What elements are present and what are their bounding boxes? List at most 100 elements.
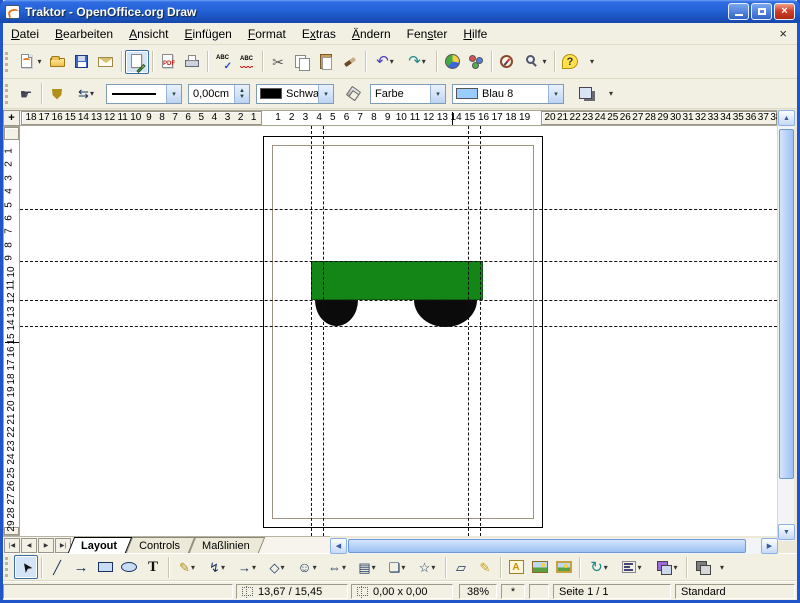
- undo-button[interactable]: ↶▾: [369, 50, 401, 74]
- maximize-button[interactable]: [751, 3, 772, 20]
- flowchart-button[interactable]: ▤▾: [352, 555, 382, 579]
- scroll-down-button[interactable]: ▼: [778, 524, 795, 540]
- export-pdf-button[interactable]: PDF: [156, 50, 180, 74]
- edit-points-button[interactable]: ☛: [14, 82, 38, 106]
- fill-type-select[interactable]: Farbe▾: [370, 84, 446, 104]
- status-zoom-cell[interactable]: 38%: [459, 584, 497, 599]
- rectangle-tool-button[interactable]: [93, 555, 117, 579]
- close-button[interactable]: ×: [774, 3, 795, 20]
- vertical-scroll-thumb[interactable]: [779, 129, 794, 479]
- status-position-cell[interactable]: 13,67 / 15,45: [236, 584, 348, 599]
- format-paintbrush-button[interactable]: [338, 50, 362, 74]
- guide-line-horizontal[interactable]: [20, 300, 777, 301]
- status-style-cell[interactable]: Standard: [675, 584, 795, 599]
- new-button[interactable]: ▾: [14, 50, 46, 74]
- copy-button[interactable]: [290, 50, 314, 74]
- insert-picture-button[interactable]: [528, 555, 552, 579]
- line-tool-button[interactable]: ╱: [45, 555, 69, 579]
- text-tool-button[interactable]: T: [141, 555, 165, 579]
- tab-nav-button-1[interactable]: ◀: [21, 538, 37, 553]
- tab-layout[interactable]: Layout: [71, 537, 129, 553]
- line-dialog-button[interactable]: ⛊: [45, 82, 69, 106]
- line-width-spinner[interactable]: 0,00cm▲▼: [188, 84, 250, 104]
- arrow-style-button[interactable]: ⇆▾: [69, 82, 103, 106]
- gallery-button[interactable]: [464, 50, 488, 74]
- toolbar-grip[interactable]: [5, 84, 10, 104]
- guide-line-vertical[interactable]: [468, 126, 469, 536]
- toolbar-overflow-icon[interactable]: ▾: [590, 57, 594, 66]
- line-color-select[interactable]: Schwarz▾: [256, 84, 334, 104]
- email-button[interactable]: [94, 50, 118, 74]
- tab-nav-button-2[interactable]: ▶: [38, 538, 54, 553]
- area-dialog-button[interactable]: [343, 82, 367, 106]
- shadow-button[interactable]: [575, 82, 599, 106]
- tractor-body-rect[interactable]: [311, 261, 483, 300]
- guide-line-horizontal[interactable]: [20, 326, 777, 327]
- toolbar-grip[interactable]: [5, 52, 10, 72]
- tab-malinien[interactable]: Maßlinien: [192, 537, 262, 553]
- guide-line-vertical[interactable]: [323, 126, 324, 536]
- horizontal-ruler[interactable]: 1817161514131211109876543211234567891011…: [3, 110, 777, 126]
- menu-format[interactable]: Format: [240, 25, 294, 43]
- ruler-origin-button[interactable]: +: [3, 110, 20, 126]
- paste-button[interactable]: [314, 50, 338, 74]
- tab-nav-button-0[interactable]: |◀: [4, 538, 20, 553]
- scroll-left-button[interactable]: ◀: [330, 538, 347, 554]
- save-button[interactable]: [70, 50, 94, 74]
- fill-color-select[interactable]: Blau 8▾: [452, 84, 564, 104]
- menu-fenster[interactable]: Fenster: [399, 25, 456, 43]
- menu-extras[interactable]: Extras: [294, 25, 344, 43]
- scroll-up-button[interactable]: ▲: [778, 110, 795, 126]
- status-size-cell[interactable]: 0,00 x 0,00: [351, 584, 453, 599]
- toolbar-overflow-icon[interactable]: ▾: [609, 89, 613, 98]
- curve-tool-button[interactable]: ✎▾: [172, 555, 202, 579]
- symbol-shapes-button[interactable]: ☺▾: [292, 555, 322, 579]
- rotate-button[interactable]: ↻▾: [583, 555, 615, 579]
- cut-button[interactable]: ✂: [266, 50, 290, 74]
- menu-bearbeiten[interactable]: Bearbeiten: [47, 25, 121, 43]
- edit-file-button[interactable]: [125, 50, 149, 74]
- menu-einfgen[interactable]: Einfügen: [176, 25, 239, 43]
- canvas[interactable]: [20, 126, 777, 536]
- alignment-button[interactable]: ▾: [615, 555, 649, 579]
- vertical-ruler[interactable]: 1234567891011121314151617181920212223242…: [3, 126, 20, 536]
- menu-datei[interactable]: Datei: [3, 25, 47, 43]
- tab-controls[interactable]: Controls: [129, 537, 192, 553]
- gallery-button-2[interactable]: [552, 555, 576, 579]
- horizontal-scrollbar[interactable]: ◀ ▶: [330, 538, 778, 554]
- open-button[interactable]: [46, 50, 70, 74]
- document-close-icon[interactable]: ×: [775, 26, 791, 41]
- spellcheck-button[interactable]: ABC✓: [211, 50, 235, 74]
- menu-ansicht[interactable]: Ansicht: [121, 25, 176, 43]
- connector-tool-button[interactable]: ↯▾: [202, 555, 232, 579]
- guide-line-vertical[interactable]: [311, 126, 312, 536]
- menu-hilfe[interactable]: Hilfe: [455, 25, 495, 43]
- basic-shapes-button[interactable]: ◇▾: [262, 555, 292, 579]
- zoom-button[interactable]: ▾: [519, 50, 551, 74]
- navigator-button[interactable]: [495, 50, 519, 74]
- menu-ndern[interactable]: Ändern: [344, 25, 399, 43]
- edit-points-tool-button[interactable]: ▱: [449, 555, 473, 579]
- minimize-button[interactable]: [728, 3, 749, 20]
- toolbar-grip[interactable]: [5, 557, 10, 577]
- guide-line-horizontal[interactable]: [20, 261, 777, 262]
- block-arrows-button[interactable]: ⇔▾: [322, 555, 352, 579]
- lines-arrows-button[interactable]: →▾: [232, 555, 262, 579]
- fontwork-button[interactable]: A: [504, 555, 528, 579]
- glue-points-button[interactable]: ✎: [473, 555, 497, 579]
- status-page-cell[interactable]: Seite 1 / 1: [553, 584, 671, 599]
- scroll-right-button[interactable]: ▶: [761, 538, 778, 554]
- arrow-tool-button[interactable]: →: [69, 555, 93, 579]
- help-button[interactable]: ?: [558, 50, 582, 74]
- title-bar[interactable]: Traktor - OpenOffice.org Draw ×: [0, 0, 800, 23]
- callouts-button[interactable]: ❏▾: [382, 555, 412, 579]
- extrusion-button[interactable]: [690, 555, 714, 579]
- guide-line-vertical[interactable]: [480, 126, 481, 536]
- arrange-button[interactable]: ▾: [649, 555, 683, 579]
- redo-button[interactable]: ↷▾: [401, 50, 433, 74]
- spinner-arrows-icon[interactable]: ▲▼: [234, 85, 249, 103]
- toolbar-overflow-icon[interactable]: ▾: [720, 563, 724, 572]
- insert-chart-button[interactable]: [440, 50, 464, 74]
- vertical-scrollbar[interactable]: ▲ ▼: [777, 110, 794, 541]
- stars-button[interactable]: ☆▾: [412, 555, 442, 579]
